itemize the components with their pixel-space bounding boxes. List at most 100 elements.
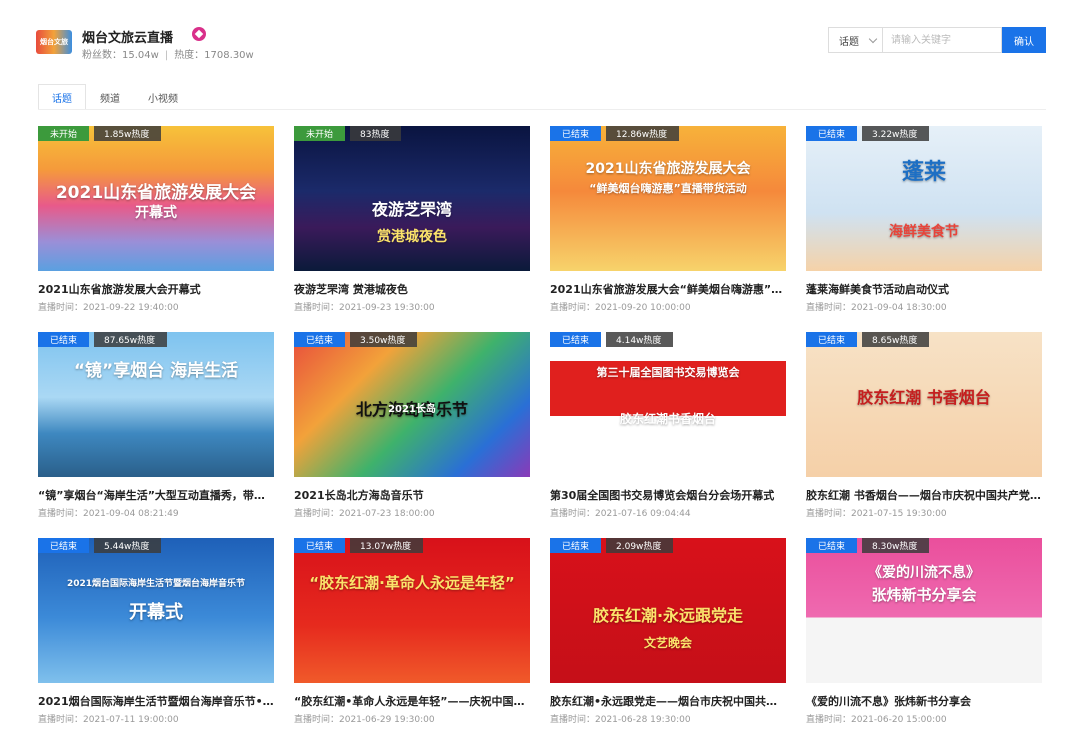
- thumbnail-headline: 胶东红潮·永远跟党走: [592, 606, 744, 625]
- thumbnail-art: 蓬莱 海鲜美食节: [806, 126, 1042, 271]
- thumbnail-art: 2021山东省旅游发展大会 开幕式: [38, 126, 274, 271]
- thumbnail-headline: 2021山东省旅游发展大会: [55, 183, 257, 203]
- heat-badge: 3.22w热度: [862, 126, 930, 141]
- card-title[interactable]: 蓬莱海鲜美食节活动启动仪式: [806, 281, 1042, 297]
- card-title[interactable]: 2021长岛北方海岛音乐节: [294, 487, 530, 503]
- live-card[interactable]: 2021山东省旅游发展大会 “鲜美烟台嗨游惠”直播带货活动 已结束 12.86w热度 2…: [550, 126, 786, 316]
- search-confirm-button[interactable]: 确认: [1002, 27, 1046, 53]
- live-card[interactable]: 夜游芝罘湾 赏港城夜色 未开始 83热度 夜游芝罘湾 赏港城夜色 直播时间：2021-09…: [294, 126, 530, 316]
- status-badge: 已结束: [550, 126, 602, 141]
- status-badge: 已结束: [294, 538, 346, 553]
- tab-topics[interactable]: 话题: [38, 84, 86, 110]
- heat-count: 热度：1708.30w: [174, 50, 254, 61]
- search-input[interactable]: [882, 27, 1002, 53]
- thumbnail-art: “镜”享烟台 海岸生活: [38, 332, 274, 477]
- live-card[interactable]: “胶东红潮·革命人永远是年轻” 已结束 13.07w热度 “胶东红潮•革命人永远是年轻…: [294, 538, 530, 728]
- card-thumbnail[interactable]: 胶东红潮·永远跟党走 文艺晚会 已结束 2.09w热度: [550, 538, 786, 683]
- search-type-label: 话题: [839, 36, 859, 48]
- card-title[interactable]: “镜”享烟台“海岸生活”大型互动直播秀，带你玩转烟台海岸: [38, 487, 274, 503]
- card-thumbnail[interactable]: 《爱的川流不息》 张炜新书分享会 已结束 8.30w热度: [806, 538, 1042, 683]
- thumbnail-art: 2021山东省旅游发展大会 “鲜美烟台嗨游惠”直播带货活动: [550, 126, 786, 271]
- channel-logo[interactable]: 烟台文旅: [36, 30, 72, 54]
- card-title[interactable]: “胶东红潮•革命人永远是年轻”——庆祝中国共产党成立100周年: [294, 693, 530, 709]
- thumbnail-art: 胶东红潮·永远跟党走文艺晚会: [550, 538, 786, 683]
- thumbnail-subline: 文艺晚会: [643, 636, 692, 650]
- card-title[interactable]: 胶东红潮•永远跟党走——烟台市庆祝中国共产党成立100周年文艺晚会: [550, 693, 786, 709]
- heat-badge: 2.09w热度: [606, 538, 674, 553]
- card-thumbnail[interactable]: 北方海岛音乐节 2021长岛 已结束 3.50w热度: [294, 332, 530, 477]
- card-title[interactable]: 夜游芝罘湾 赏港城夜色: [294, 281, 530, 297]
- heat-badge: 13.07w热度: [350, 538, 424, 553]
- thumbnail-art: 夜游芝罘湾赏港城夜色: [294, 126, 530, 271]
- thumbnail-subline: 海鲜美食节: [889, 224, 959, 240]
- live-card[interactable]: 2021烟台国际海岸生活节暨烟台海岸音乐节 开幕式 已结束 5.44w热度 2021烟台…: [38, 538, 274, 728]
- status-badge: 未开始: [38, 126, 90, 141]
- thumbnail-subline: 赏港城夜色: [377, 229, 447, 245]
- card-time: 直播时间：2021-07-11 19:00:00: [38, 715, 179, 725]
- heat-badge: 8.65w热度: [862, 332, 930, 347]
- card-time: 直播时间：2021-06-28 19:30:00: [550, 715, 691, 725]
- card-title[interactable]: 第30届全国图书交易博览会烟台分会场开幕式: [550, 487, 786, 503]
- live-card[interactable]: 2021山东省旅游发展大会 开幕式 未开始 1.85w热度 2021山东省旅游发展大会开…: [38, 126, 274, 316]
- thumbnail-headline: 夜游芝罘湾: [371, 200, 452, 219]
- thumbnail-art: 2021烟台国际海岸生活节暨烟台海岸音乐节 开幕式: [38, 538, 274, 683]
- card-thumbnail[interactable]: 胶东红潮 书香烟台 已结束 8.65w热度: [806, 332, 1042, 477]
- card-time: 直播时间：2021-07-23 18:00:00: [294, 509, 435, 519]
- status-badge: 已结束: [38, 538, 90, 553]
- card-thumbnail[interactable]: “镜”享烟台 海岸生活 已结束 87.65w热度: [38, 332, 274, 477]
- card-thumbnail[interactable]: “胶东红潮·革命人永远是年轻” 已结束 13.07w热度: [294, 538, 530, 683]
- search-type-select[interactable]: 话题: [828, 27, 882, 53]
- search-bar: 话题 确认: [828, 27, 1046, 53]
- live-card[interactable]: 《爱的川流不息》 张炜新书分享会 已结束 8.30w热度 《爱的川流不息》张炜新书分享会…: [806, 538, 1042, 728]
- thumbnail-headline: 胶东红潮 书香烟台: [857, 388, 991, 407]
- live-card[interactable]: 胶东红潮·永远跟党走 文艺晚会 已结束 2.09w热度 胶东红潮•永远跟党走——烟台市庆…: [550, 538, 786, 728]
- heat-badge: 3.50w热度: [350, 332, 418, 347]
- card-time: 直播时间：2021-07-15 19:30:00: [806, 509, 947, 519]
- thumbnail-headline: “胶东红潮·革命人永远是年轻”: [309, 574, 515, 592]
- live-card[interactable]: 北方海岛音乐节 2021长岛 已结束 3.50w热度 2021长岛北方海岛音乐节直播时间…: [294, 332, 530, 522]
- live-card[interactable]: 第三十届全国图书交易博览会 胶东红潮书香烟台 已结束 4.14w热度第30届全国图书交…: [550, 332, 786, 522]
- card-title[interactable]: 2021烟台国际海岸生活节暨烟台海岸音乐节•胶东海洋童玩季开幕式: [38, 693, 274, 709]
- status-badge: 已结束: [806, 332, 858, 347]
- thumbnail-headline: 2021烟台国际海岸生活节暨烟台海岸音乐节: [66, 579, 246, 589]
- heat-badge: 12.86w热度: [606, 126, 680, 141]
- tab-short-videos[interactable]: 小视频: [134, 84, 192, 110]
- thumbnail-art: 《爱的川流不息》 张炜新书分享会: [806, 538, 1042, 683]
- card-thumbnail[interactable]: 夜游芝罘湾 赏港城夜色 未开始 83热度: [294, 126, 530, 271]
- thumbnail-headline: 2021山东省旅游发展大会: [585, 161, 751, 177]
- thumbnail-subline: 胶东红潮书香烟台: [619, 412, 716, 426]
- live-card[interactable]: 蓬莱 海鲜美食节 已结束 3.22w热度 蓬莱海鲜美食节活动启动仪式 直播时间：2021-…: [806, 126, 1042, 316]
- thumbnail-subline: 张炜新书分享会: [871, 586, 977, 604]
- card-time: 直播时间：2021-09-22 19:40:00: [38, 303, 179, 313]
- card-title[interactable]: 《爱的川流不息》张炜新书分享会: [806, 693, 1042, 709]
- card-time: 直播时间：2021-09-04 08:21:49: [38, 509, 179, 519]
- card-thumbnail[interactable]: 2021山东省旅游发展大会 “鲜美烟台嗨游惠”直播带货活动 已结束 12.86w热度: [550, 126, 786, 271]
- chevron-down-icon: [868, 34, 878, 44]
- status-badge: 已结束: [806, 538, 858, 553]
- card-thumbnail[interactable]: 蓬莱 海鲜美食节 已结束 3.22w热度: [806, 126, 1042, 271]
- card-title[interactable]: 2021山东省旅游发展大会“鲜美烟台嗨游惠”直播带货活动: [550, 281, 786, 297]
- channel-header: 烟台文旅 烟台文旅云直播 粉丝数：15.04w | 热度：1708.30w 话题 确…: [36, 22, 1046, 66]
- status-badge: 已结束: [550, 332, 602, 347]
- thumbnail-headline: 《爱的川流不息》: [868, 565, 980, 581]
- heat-badge: 4.14w热度: [606, 332, 674, 347]
- card-thumbnail[interactable]: 第三十届全国图书交易博览会 胶东红潮书香烟台 已结束 4.14w热度: [550, 332, 786, 477]
- live-card[interactable]: “镜”享烟台 海岸生活 已结束 87.65w热度 “镜”享烟台“海岸生活”大型互动直播…: [38, 332, 274, 522]
- card-title[interactable]: 胶东红潮 书香烟台——烟台市庆祝中国共产党成立100周年音乐诗会: [806, 487, 1042, 503]
- status-badge: 已结束: [806, 126, 858, 141]
- thumbnail-art: 胶东红潮 书香烟台: [806, 332, 1042, 477]
- card-thumbnail[interactable]: 2021山东省旅游发展大会 开幕式 未开始 1.85w热度: [38, 126, 274, 271]
- thumbnail-art: 北方海岛音乐节 2021长岛: [294, 332, 530, 477]
- status-badge: 未开始: [294, 126, 346, 141]
- card-time: 直播时间：2021-06-20 15:00:00: [806, 715, 947, 725]
- card-title[interactable]: 2021山东省旅游发展大会开幕式: [38, 281, 274, 297]
- card-time: 直播时间：2021-09-20 10:00:00: [550, 303, 691, 313]
- verified-icon: [192, 27, 206, 41]
- live-card[interactable]: 胶东红潮 书香烟台 已结束 8.65w热度胶东红潮 书香烟台——烟台市庆祝中国共产党…: [806, 332, 1042, 522]
- thumbnail-subline: “鲜美烟台嗨游惠”直播带货活动: [589, 182, 747, 195]
- card-thumbnail[interactable]: 2021烟台国际海岸生活节暨烟台海岸音乐节 开幕式 已结束 5.44w热度: [38, 538, 274, 683]
- tab-channels[interactable]: 频道: [86, 84, 134, 110]
- fans-count: 粉丝数：15.04w: [82, 50, 159, 61]
- thumbnail-headline: 第三十届全国图书交易博览会: [596, 366, 740, 379]
- status-badge: 已结束: [294, 332, 346, 347]
